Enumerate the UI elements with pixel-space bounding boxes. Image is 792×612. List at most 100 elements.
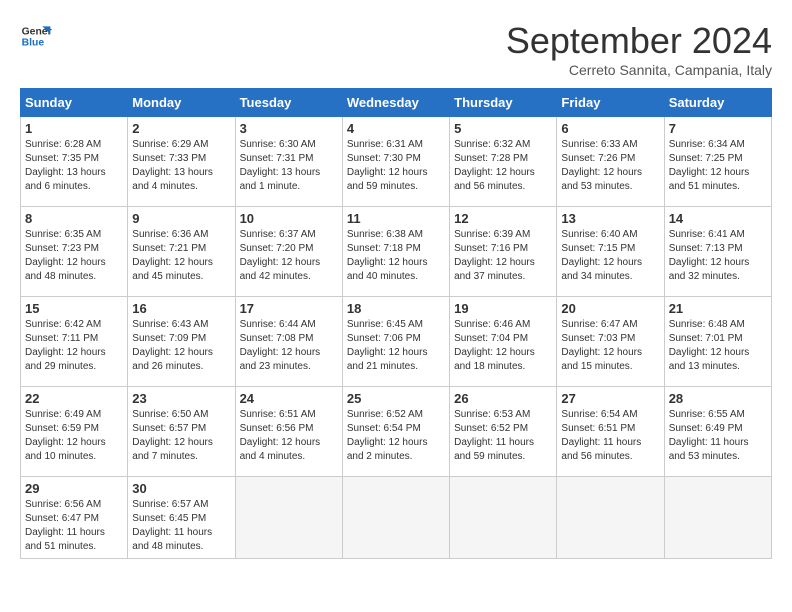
day-info: Sunrise: 6:37 AMSunset: 7:20 PMDaylight:…: [240, 228, 338, 284]
svg-text:Blue: Blue: [22, 38, 45, 49]
day-number: 22: [25, 391, 123, 406]
calendar-cell: 22 Sunrise: 6:49 AMSunset: 6:59 PMDayligh…: [21, 387, 128, 477]
calendar-cell: 18 Sunrise: 6:45 AMSunset: 7:06 PMDayligh…: [342, 297, 449, 387]
calendar-cell: [235, 477, 342, 559]
calendar-cell: 1 Sunrise: 6:28 AMSunset: 7:35 PMDaylight…: [21, 117, 128, 207]
day-info: Sunrise: 6:42 AMSunset: 7:11 PMDaylight:…: [25, 318, 123, 374]
day-number: 10: [240, 211, 338, 226]
col-saturday: Saturday: [664, 89, 771, 117]
calendar-cell: 30 Sunrise: 6:57 AMSunset: 6:45 PMDayligh…: [128, 477, 235, 559]
day-number: 2: [132, 121, 230, 136]
calendar-cell: 19 Sunrise: 6:46 AMSunset: 7:04 PMDayligh…: [450, 297, 557, 387]
calendar-table: Sunday Monday Tuesday Wednesday Thursday…: [20, 88, 772, 559]
title-area: September 2024 Cerreto Sannita, Campania…: [506, 20, 772, 78]
day-number: 1: [25, 121, 123, 136]
calendar-cell: 16Sunrise: 6:43 AMSunset: 7:09 PMDayligh…: [128, 297, 235, 387]
day-number: 9: [132, 211, 230, 226]
day-info: Sunrise: 6:46 AMSunset: 7:04 PMDaylight:…: [454, 318, 552, 374]
day-number: 26: [454, 391, 552, 406]
day-number: 20: [561, 301, 659, 316]
day-info: Sunrise: 6:30 AMSunset: 7:31 PMDaylight:…: [240, 138, 338, 194]
day-number: 27: [561, 391, 659, 406]
day-info: Sunrise: 6:31 AMSunset: 7:30 PMDaylight:…: [347, 138, 445, 194]
calendar-week-row: 8 Sunrise: 6:35 AMSunset: 7:23 PMDaylight…: [21, 207, 772, 297]
day-info: Sunrise: 6:53 AMSunset: 6:52 PMDaylight:…: [454, 408, 552, 464]
day-info: Sunrise: 6:32 AMSunset: 7:28 PMDaylight:…: [454, 138, 552, 194]
day-info: Sunrise: 6:48 AMSunset: 7:01 PMDaylight:…: [669, 318, 767, 374]
day-number: 30: [132, 481, 230, 496]
day-info: Sunrise: 6:43 AMSunset: 7:09 PMDaylight:…: [132, 318, 230, 374]
day-number: 23: [132, 391, 230, 406]
calendar-week-row: 1 Sunrise: 6:28 AMSunset: 7:35 PMDaylight…: [21, 117, 772, 207]
calendar-cell: [664, 477, 771, 559]
day-info: Sunrise: 6:34 AMSunset: 7:25 PMDaylight:…: [669, 138, 767, 194]
day-number: 24: [240, 391, 338, 406]
col-sunday: Sunday: [21, 89, 128, 117]
day-number: 17: [240, 301, 338, 316]
calendar-cell: 7 Sunrise: 6:34 AMSunset: 7:25 PMDaylight…: [664, 117, 771, 207]
col-tuesday: Tuesday: [235, 89, 342, 117]
calendar-week-row: 29Sunrise: 6:56 AMSunset: 6:47 PMDayligh…: [21, 477, 772, 559]
day-info: Sunrise: 6:36 AMSunset: 7:21 PMDaylight:…: [132, 228, 230, 284]
day-number: 21: [669, 301, 767, 316]
day-number: 29: [25, 481, 123, 496]
day-info: Sunrise: 6:29 AMSunset: 7:33 PMDaylight:…: [132, 138, 230, 194]
day-number: 4: [347, 121, 445, 136]
day-info: Sunrise: 6:33 AMSunset: 7:26 PMDaylight:…: [561, 138, 659, 194]
day-info: Sunrise: 6:35 AMSunset: 7:23 PMDaylight:…: [25, 228, 123, 284]
col-wednesday: Wednesday: [342, 89, 449, 117]
calendar-cell: 20 Sunrise: 6:47 AMSunset: 7:03 PMDayligh…: [557, 297, 664, 387]
calendar-cell: [342, 477, 449, 559]
day-number: 19: [454, 301, 552, 316]
day-number: 13: [561, 211, 659, 226]
day-info: Sunrise: 6:57 AMSunset: 6:45 PMDaylight:…: [132, 498, 230, 554]
calendar-cell: [557, 477, 664, 559]
calendar-cell: 2 Sunrise: 6:29 AMSunset: 7:33 PMDaylight…: [128, 117, 235, 207]
calendar-cell: 12 Sunrise: 6:39 AMSunset: 7:16 PMDayligh…: [450, 207, 557, 297]
day-number: 15: [25, 301, 123, 316]
calendar-cell: 25 Sunrise: 6:52 AMSunset: 6:54 PMDayligh…: [342, 387, 449, 477]
day-number: 14: [669, 211, 767, 226]
calendar-cell: 29Sunrise: 6:56 AMSunset: 6:47 PMDayligh…: [21, 477, 128, 559]
day-number: 8: [25, 211, 123, 226]
calendar-cell: 3Sunrise: 6:30 AMSunset: 7:31 PMDaylight…: [235, 117, 342, 207]
day-info: Sunrise: 6:45 AMSunset: 7:06 PMDaylight:…: [347, 318, 445, 374]
day-info: Sunrise: 6:47 AMSunset: 7:03 PMDaylight:…: [561, 318, 659, 374]
col-friday: Friday: [557, 89, 664, 117]
day-number: 5: [454, 121, 552, 136]
day-number: 11: [347, 211, 445, 226]
month-title: September 2024: [506, 20, 772, 62]
day-number: 12: [454, 211, 552, 226]
day-info: Sunrise: 6:55 AMSunset: 6:49 PMDaylight:…: [669, 408, 767, 464]
calendar-header-row: Sunday Monday Tuesday Wednesday Thursday…: [21, 89, 772, 117]
calendar-cell: 10 Sunrise: 6:37 AMSunset: 7:20 PMDayligh…: [235, 207, 342, 297]
calendar-week-row: 22 Sunrise: 6:49 AMSunset: 6:59 PMDayligh…: [21, 387, 772, 477]
day-info: Sunrise: 6:52 AMSunset: 6:54 PMDaylight:…: [347, 408, 445, 464]
day-info: Sunrise: 6:51 AMSunset: 6:56 PMDaylight:…: [240, 408, 338, 464]
day-info: Sunrise: 6:54 AMSunset: 6:51 PMDaylight:…: [561, 408, 659, 464]
col-monday: Monday: [128, 89, 235, 117]
day-info: Sunrise: 6:28 AMSunset: 7:35 PMDaylight:…: [25, 138, 123, 194]
day-info: Sunrise: 6:39 AMSunset: 7:16 PMDaylight:…: [454, 228, 552, 284]
calendar-cell: 15 Sunrise: 6:42 AMSunset: 7:11 PMDayligh…: [21, 297, 128, 387]
calendar-cell: 17Sunrise: 6:44 AMSunset: 7:08 PMDayligh…: [235, 297, 342, 387]
calendar-cell: 4 Sunrise: 6:31 AMSunset: 7:30 PMDaylight…: [342, 117, 449, 207]
calendar-cell: 14 Sunrise: 6:41 AMSunset: 7:13 PMDayligh…: [664, 207, 771, 297]
day-info: Sunrise: 6:49 AMSunset: 6:59 PMDaylight:…: [25, 408, 123, 464]
day-info: Sunrise: 6:38 AMSunset: 7:18 PMDaylight:…: [347, 228, 445, 284]
calendar-cell: 8 Sunrise: 6:35 AMSunset: 7:23 PMDaylight…: [21, 207, 128, 297]
day-info: Sunrise: 6:41 AMSunset: 7:13 PMDaylight:…: [669, 228, 767, 284]
page-header: General Blue September 2024 Cerreto Sann…: [20, 20, 772, 78]
day-number: 28: [669, 391, 767, 406]
day-number: 7: [669, 121, 767, 136]
day-number: 18: [347, 301, 445, 316]
calendar-cell: 21 Sunrise: 6:48 AMSunset: 7:01 PMDayligh…: [664, 297, 771, 387]
calendar-cell: 24 Sunrise: 6:51 AMSunset: 6:56 PMDayligh…: [235, 387, 342, 477]
calendar-cell: 13 Sunrise: 6:40 AMSunset: 7:15 PMDayligh…: [557, 207, 664, 297]
calendar-cell: 27 Sunrise: 6:54 AMSunset: 6:51 PMDayligh…: [557, 387, 664, 477]
calendar-cell: [450, 477, 557, 559]
calendar-cell: 28 Sunrise: 6:55 AMSunset: 6:49 PMDayligh…: [664, 387, 771, 477]
day-info: Sunrise: 6:40 AMSunset: 7:15 PMDaylight:…: [561, 228, 659, 284]
day-number: 25: [347, 391, 445, 406]
calendar-week-row: 15 Sunrise: 6:42 AMSunset: 7:11 PMDayligh…: [21, 297, 772, 387]
